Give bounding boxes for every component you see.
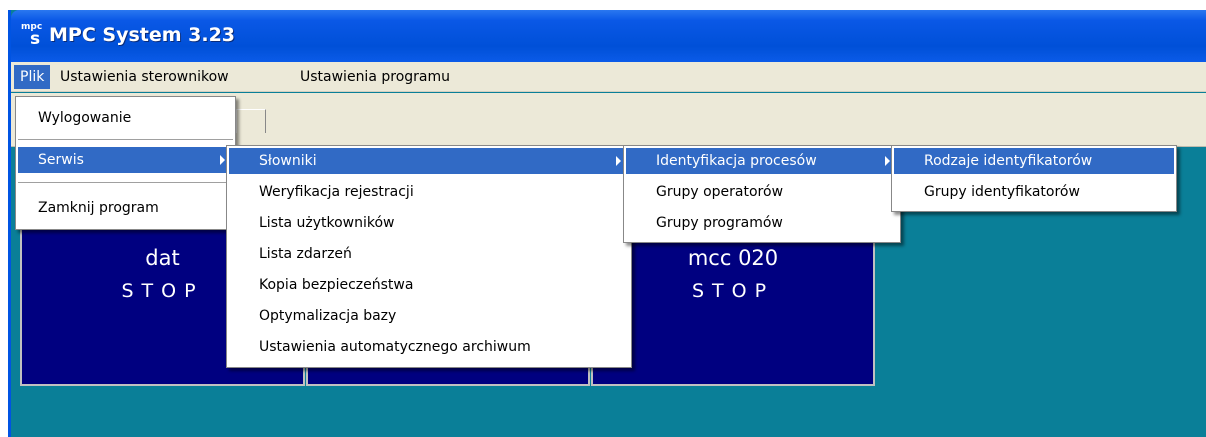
- menu-item-label: Serwis: [38, 152, 84, 168]
- menu-item-slowniki[interactable]: Słowniki: [229, 148, 629, 174]
- menu-bar: Plik Ustawienia sterownikow Ustawienia p…: [11, 62, 1206, 92]
- menu-item-grupy-identyfikatorow[interactable]: Grupy identyfikatorów: [894, 179, 1174, 205]
- menu-item-kopia-bezpieczenstwa[interactable]: Kopia bezpieczeństwa: [229, 272, 629, 298]
- menu-item-lista-uzytkownikow[interactable]: Lista użytkowników: [229, 210, 629, 236]
- menu-item-zamknij-program[interactable]: Zamknij program: [18, 195, 233, 221]
- menu-item-ustawienia-automatycznego-archiwum[interactable]: Ustawienia automatycznego archiwum: [229, 334, 629, 360]
- tile-name: mcc 020: [687, 246, 779, 270]
- title-bar[interactable]: mpc s MPC System 3.23: [11, 10, 1206, 62]
- identyfikacja-submenu: Rodzaje identyfikatorów Grupy identyfika…: [891, 145, 1177, 212]
- serwis-submenu: Słowniki Weryfikacja rejestracji Lista u…: [226, 145, 632, 368]
- mpcs-app-icon[interactable]: mpc s: [21, 22, 45, 49]
- menu-ustawienia-programu[interactable]: Ustawienia programu: [294, 65, 456, 89]
- menu-item-grupy-operatorow[interactable]: Grupy operatorów: [626, 179, 898, 205]
- submenu-arrow-icon: [616, 156, 621, 166]
- toolbar-tab[interactable]: [236, 109, 266, 133]
- menu-item-optymalizacja-bazy[interactable]: Optymalizacja bazy: [229, 303, 629, 329]
- menu-ustawienia-sterownikow[interactable]: Ustawienia sterownikow: [54, 65, 235, 89]
- menu-plik[interactable]: Plik: [14, 65, 51, 89]
- tile-status: STOP: [691, 280, 775, 302]
- menu-separator: [18, 182, 233, 184]
- window-title: MPC System 3.23: [49, 24, 236, 46]
- menu-item-grupy-programow[interactable]: Grupy programów: [626, 210, 898, 236]
- plik-dropdown: Wylogowanie Serwis Zamknij program: [15, 96, 236, 230]
- menu-item-weryfikacja-rejestracji[interactable]: Weryfikacja rejestracji: [229, 179, 629, 205]
- submenu-arrow-icon: [885, 156, 890, 166]
- slowniki-submenu: Identyfikacja procesów Grupy operatorów …: [623, 145, 901, 243]
- menu-item-wylogowanie[interactable]: Wylogowanie: [18, 105, 233, 131]
- menu-separator: [18, 139, 233, 141]
- menu-item-serwis[interactable]: Serwis: [18, 147, 233, 173]
- menu-item-identyfikacja-procesow[interactable]: Identyfikacja procesów: [626, 148, 898, 174]
- menu-item-label: Słowniki: [259, 153, 317, 169]
- menu-item-lista-zdarzen[interactable]: Lista zdarzeń: [229, 241, 629, 267]
- submenu-arrow-icon: [220, 155, 225, 165]
- menu-item-rodzaje-identyfikatorow[interactable]: Rodzaje identyfikatorów: [894, 148, 1174, 174]
- menu-item-label: Identyfikacja procesów: [656, 153, 817, 169]
